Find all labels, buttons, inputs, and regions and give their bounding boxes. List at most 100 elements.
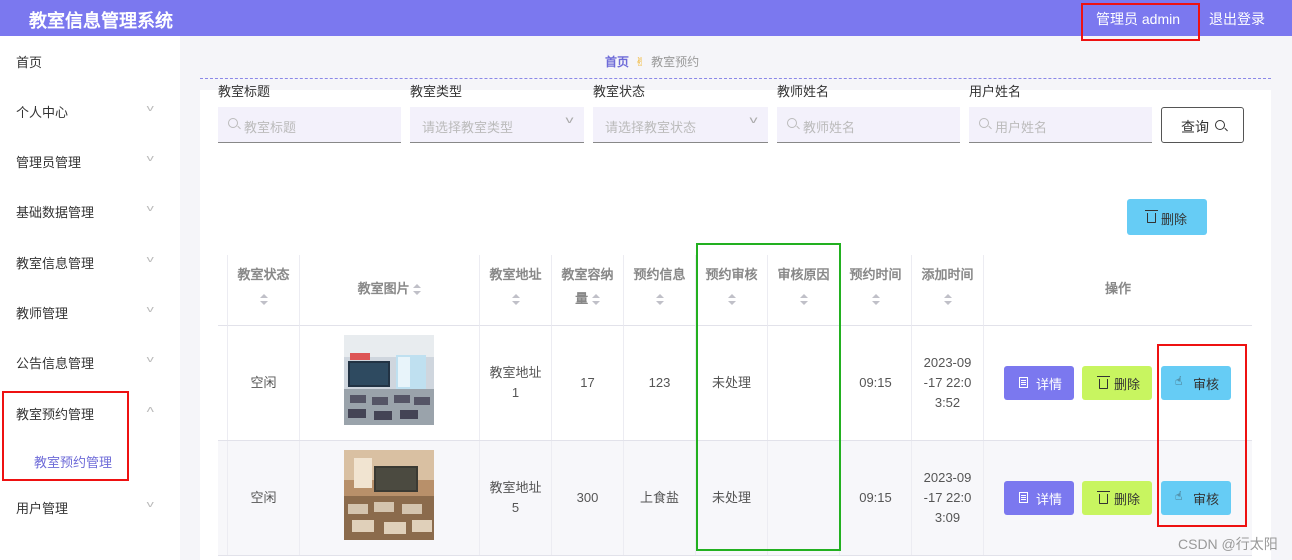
chevron-down-icon: v: [565, 115, 574, 126]
row-select-cell: [218, 326, 228, 440]
teacher-placeholder: 教师姓名: [803, 120, 856, 135]
title-placeholder: 教室标题: [244, 120, 297, 135]
sort-icon: [413, 283, 422, 296]
delete-button[interactable]: 删除: [1082, 481, 1152, 515]
column-header-status[interactable]: 教室状态: [228, 255, 300, 326]
sidebar-item-label: 公告信息管理: [16, 356, 95, 371]
row-select-cell: [218, 441, 228, 555]
batch-delete-button[interactable]: 删除: [1127, 199, 1207, 235]
header-label: 教室地址: [489, 267, 542, 282]
sidebar-item-home[interactable]: 首页: [0, 36, 180, 86]
added-cell: 2023-09: [923, 355, 972, 370]
column-header-capacity[interactable]: 教室容纳 量: [552, 255, 624, 326]
title-search-input[interactable]: 教室标题: [218, 107, 401, 143]
header-label: 教室图片: [357, 281, 410, 296]
sidebar-item-classroom-info[interactable]: 教室信息管理 v: [0, 237, 180, 287]
header-label: 预约时间: [849, 267, 902, 282]
header-label: 操作: [1104, 281, 1131, 296]
trash-icon: [1145, 210, 1158, 223]
sidebar: 首页 个人中心 v 管理员管理 v 基础数据管理 v 教室信息管理 v 教师管理…: [0, 36, 180, 560]
column-header-address[interactable]: 教室地址: [480, 255, 552, 326]
chevron-down-icon: v: [146, 103, 154, 113]
delete-button[interactable]: 删除: [1082, 366, 1152, 400]
sidebar-item-admins[interactable]: 管理员管理 v: [0, 136, 180, 186]
delete-label: 删除: [1114, 377, 1141, 392]
time-cell: 09:15: [859, 375, 892, 390]
detail-label: 详情: [1036, 377, 1063, 392]
sidebar-item-label: 教师管理: [16, 306, 69, 321]
header-label: 量: [575, 291, 589, 306]
chevron-down-icon: v: [146, 203, 154, 213]
status-select[interactable]: 请选择教室状态 v: [593, 107, 768, 143]
image-cell: [300, 441, 480, 555]
victory-hand-icon: ✌: [635, 55, 646, 69]
status-cell: 空闲: [250, 490, 277, 505]
sidebar-item-base-data[interactable]: 基础数据管理 v: [0, 186, 180, 236]
info-cell: 123: [648, 375, 671, 390]
user-filter-label: 用户姓名: [969, 84, 1022, 99]
sidebar-item-profile[interactable]: 个人中心 v: [0, 86, 180, 136]
column-header-info[interactable]: 预约信息: [624, 255, 696, 326]
sort-icon: [259, 293, 268, 306]
time-cell: 09:15: [859, 490, 892, 505]
sidebar-item-label: 个人中心: [16, 105, 69, 120]
sidebar-item-notices[interactable]: 公告信息管理 v: [0, 337, 180, 387]
column-header-added[interactable]: 添加时间: [912, 255, 984, 326]
annotation-box-audit: [1157, 344, 1247, 527]
selection-column-header: [218, 255, 228, 326]
sidebar-item-users[interactable]: 用户管理 v: [0, 482, 180, 532]
header-label: 教室状态: [237, 267, 290, 282]
chevron-down-icon: v: [146, 354, 154, 364]
document-icon: [1019, 377, 1028, 388]
app-title: 教室信息管理系统: [29, 11, 173, 31]
type-placeholder: 请选择教室类型: [422, 120, 514, 135]
detail-button[interactable]: 详情: [1004, 366, 1074, 400]
sidebar-item-teachers[interactable]: 教师管理 v: [0, 287, 180, 337]
trash-icon: [1097, 376, 1110, 389]
header-label: 添加时间: [921, 267, 974, 282]
delete-label: 删除: [1114, 492, 1141, 507]
type-filter-label: 教室类型: [410, 84, 463, 99]
column-header-actions: 操作: [984, 255, 1252, 326]
classroom-photo: [344, 335, 434, 425]
chevron-up-icon: v: [146, 405, 154, 415]
search-icon: [979, 118, 989, 128]
image-cell: [300, 326, 480, 440]
capacity-cell: 17: [580, 375, 595, 390]
search-icon: [1215, 120, 1225, 130]
sort-icon: [591, 293, 600, 306]
header-label: 预约信息: [633, 267, 686, 282]
added-cell: 2023-09: [923, 470, 972, 485]
watermark-text: CSDN @行太阳: [1178, 536, 1278, 552]
chevron-down-icon: v: [146, 153, 154, 163]
address-cell-line2: 1: [511, 385, 520, 400]
title-filter-label: 教室标题: [218, 84, 271, 99]
detail-label: 详情: [1036, 492, 1063, 507]
column-header-time[interactable]: 预约时间: [840, 255, 912, 326]
chevron-down-icon: v: [146, 499, 154, 509]
query-button-label: 查询: [1181, 119, 1209, 135]
annotation-box-review: [696, 243, 841, 551]
status-cell: 空闲: [250, 375, 277, 390]
sidebar-item-label: 管理员管理: [16, 155, 82, 170]
chevron-down-icon: v: [146, 254, 154, 264]
trash-icon: [1097, 491, 1110, 504]
logout-link[interactable]: 退出登录: [1209, 9, 1265, 29]
chevron-down-icon: v: [749, 115, 758, 126]
type-select[interactable]: 请选择教室类型 v: [410, 107, 584, 143]
user-placeholder: 用户姓名: [995, 120, 1048, 135]
capacity-cell: 300: [576, 490, 599, 505]
query-button[interactable]: 查询: [1161, 107, 1244, 143]
sidebar-item-label: 首页: [16, 55, 43, 70]
sort-icon: [943, 293, 952, 306]
added-cell-line3: 3:09: [934, 510, 961, 525]
added-cell-line2: -17 22:0: [923, 490, 972, 505]
status-filter-label: 教室状态: [593, 84, 646, 99]
status-placeholder: 请选择教室状态: [605, 120, 697, 135]
column-header-image[interactable]: 教室图片: [300, 255, 480, 326]
detail-button[interactable]: 详情: [1004, 481, 1074, 515]
breadcrumb-home[interactable]: 首页: [605, 55, 629, 69]
teacher-search-input[interactable]: 教师姓名: [777, 107, 960, 143]
search-icon: [787, 118, 797, 128]
user-search-input[interactable]: 用户姓名: [969, 107, 1152, 143]
